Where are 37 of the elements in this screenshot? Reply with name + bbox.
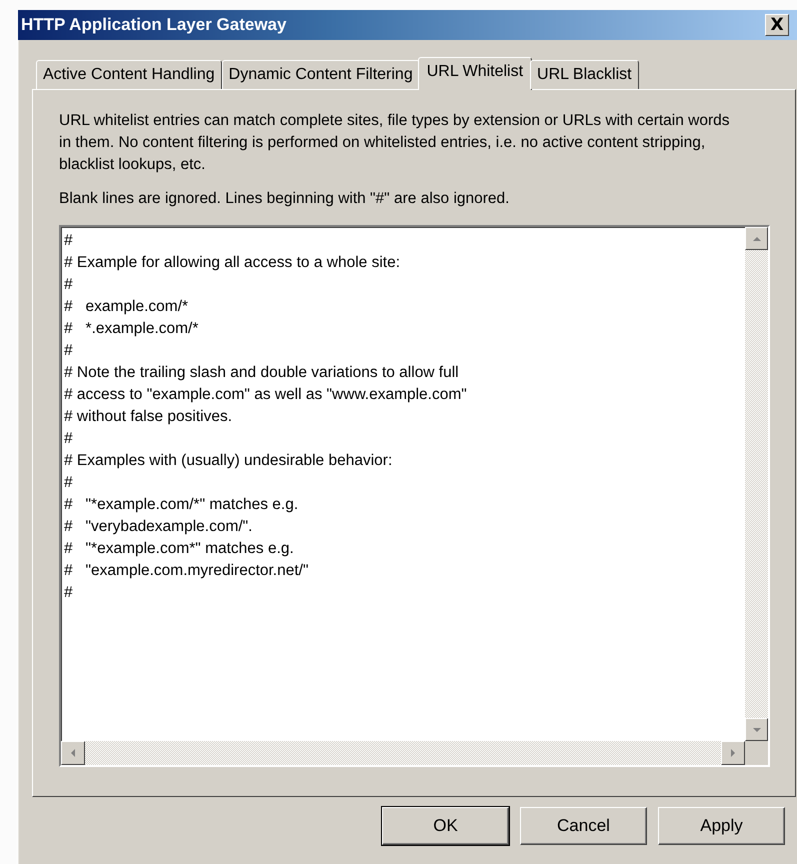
editor-line: # <box>64 275 74 295</box>
editor-line: # without false positives. <box>64 407 234 427</box>
scroll-right-button[interactable] <box>721 741 745 765</box>
editor-line: # "*example.com*" matches e.g. <box>64 539 295 559</box>
ok-button[interactable]: OK <box>382 807 509 845</box>
scrollbar-corner <box>745 741 768 765</box>
scroll-left-button[interactable] <box>61 741 85 765</box>
editor-line: # <box>64 231 74 251</box>
editor-line: # Note the trailing slash and double variations to allow full <box>64 363 460 383</box>
editor-line: # Examples with (usually) undesirable behavior: <box>64 451 394 471</box>
editor-line: # "example.com.myredirector.net/" <box>64 561 310 581</box>
tab[interactable]: Active Content Handling <box>36 60 222 89</box>
editor-line: # <box>64 341 74 361</box>
vertical-scrollbar[interactable] <box>745 227 768 741</box>
horizontal-scrollbar[interactable] <box>61 741 745 765</box>
editor-line: # *.example.com/* <box>64 319 200 339</box>
description-text: URL whitelist entries can match complete sites, file types by extension or URLs with certain words in them. No content filtering is performed on whitelisted entries, i.e. no active content stripping, blacklist lookups, etc. <box>59 111 731 175</box>
description-text: Blank lines are ignored. Lines beginning with "#" are also ignored. <box>59 189 510 209</box>
editor-line: # "verybadexample.com/". <box>64 517 254 537</box>
editor-line: # Example for allowing all access to a whole site: <box>64 253 401 273</box>
editor-line: # <box>64 429 74 449</box>
scroll-down-button[interactable] <box>745 718 768 741</box>
close-button[interactable]: X <box>765 14 789 36</box>
editor-line: # access to "example.com" as well as "www.example.com" <box>64 385 468 405</box>
window-title: HTTP Application Layer Gateway <box>21 15 286 35</box>
tab[interactable]: Dynamic Content Filtering <box>222 60 420 89</box>
dialog-button[interactable]: Cancel <box>520 807 647 845</box>
editor-line: # example.com/* <box>64 297 190 317</box>
editor-line: # "*example.com/*" matches e.g. <box>64 495 300 515</box>
tab[interactable]: URL Whitelist <box>418 57 532 90</box>
text-editor[interactable] <box>59 225 770 767</box>
right-arrow-icon <box>728 748 738 758</box>
scroll-up-button[interactable] <box>745 227 768 250</box>
tab[interactable]: URL Blacklist <box>530 60 639 89</box>
editor-line: # <box>64 583 74 603</box>
editor-line: # <box>64 473 74 493</box>
dialog-button[interactable]: Apply <box>658 807 785 845</box>
